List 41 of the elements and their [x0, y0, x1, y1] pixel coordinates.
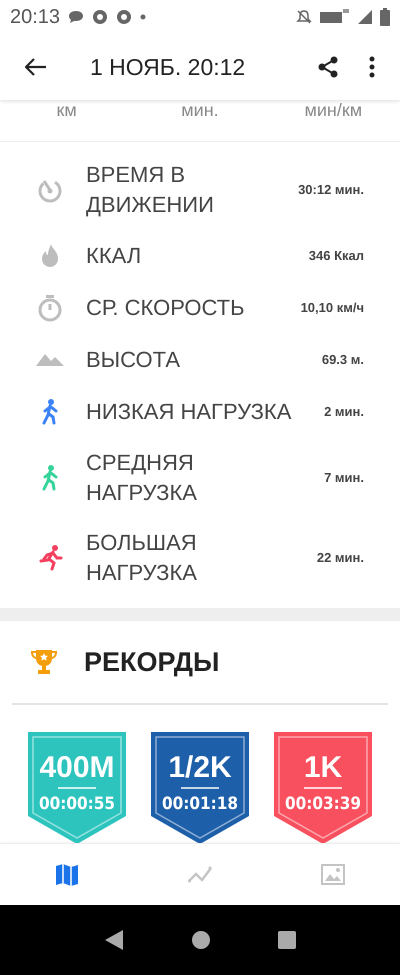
image-icon	[321, 862, 346, 886]
stat-label: НИЗКАЯ НАГРУЗКА	[86, 398, 292, 426]
signal-icon	[358, 10, 372, 24]
unit-label: км	[56, 100, 78, 120]
stopwatch-icon	[36, 294, 64, 322]
record-distance: 1/2K	[167, 752, 233, 784]
stat-value: 30:12 мин.	[298, 181, 364, 200]
more-icon	[369, 56, 375, 78]
stat-label: СРЕДНЯЯ НАГРУЗКА	[86, 449, 198, 507]
map-icon	[54, 862, 79, 886]
mountains-icon	[36, 354, 64, 366]
trophy-icon	[30, 648, 58, 676]
message-icon	[68, 10, 84, 24]
share-icon	[318, 56, 338, 78]
record-distance: 1K	[302, 752, 344, 784]
stat-label: ВРЕМЯ В ДВИЖЕНИИ	[86, 161, 215, 219]
dot-icon	[140, 14, 146, 20]
stat-label: БОЛЬШАЯ НАГРУЗКА	[86, 529, 198, 587]
back-arrow-icon	[25, 58, 47, 76]
stat-value: 7 мин.	[323, 469, 364, 488]
status-time: 20:13	[10, 5, 60, 30]
stat-value: 346 Ккал	[308, 247, 364, 266]
records-heading: РЕКОРДЫ	[84, 646, 220, 679]
stat-value: 22 мин.	[316, 549, 364, 568]
stat-label: ККАЛ	[86, 242, 142, 270]
nav-home-icon[interactable]	[192, 931, 210, 949]
stat-label: СР. СКОРОСТЬ	[86, 294, 246, 322]
app-bar-title: 1 НОЯБ. 20:12	[90, 52, 246, 82]
unit-label: мин/км	[304, 100, 364, 120]
stat-value: 2 мин.	[323, 403, 364, 422]
stat-value: 10,10 км/ч	[300, 299, 364, 318]
record-time: 00:03:39	[284, 794, 362, 814]
stat-value: 69.3 м.	[320, 351, 364, 370]
stat-label: ВЫСОТА	[86, 346, 182, 374]
muted-bell-icon	[296, 9, 312, 25]
battery-icon	[380, 8, 390, 26]
nav-back-icon[interactable]	[104, 929, 124, 951]
record-distance: 400M	[38, 752, 116, 784]
record-time: 00:01:18	[160, 794, 240, 814]
unit-label: мин.	[180, 100, 220, 120]
record-time: 00:00:55	[38, 794, 116, 814]
